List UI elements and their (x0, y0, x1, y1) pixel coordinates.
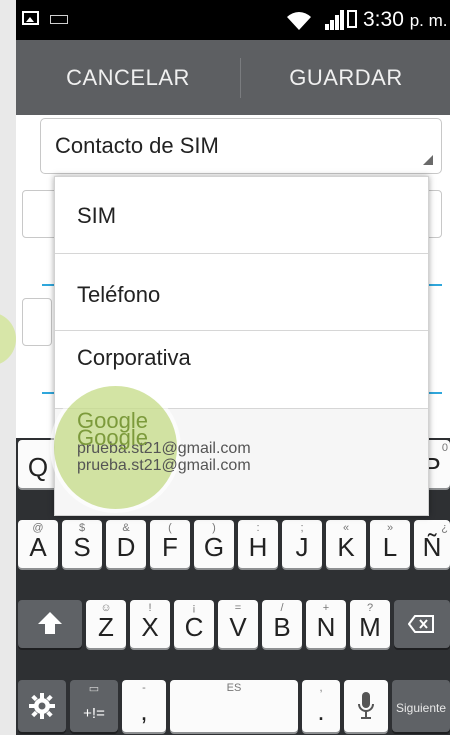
key-label: F (162, 532, 178, 562)
key-label: G (203, 532, 225, 562)
symbols-key[interactable]: ▭ +!= (70, 680, 118, 732)
clock-ampm: p. m. (409, 11, 448, 30)
key-m[interactable]: ? M (350, 600, 390, 648)
key-h[interactable]: :H (238, 520, 278, 568)
key-label: S (73, 532, 91, 562)
comma-key[interactable]: -, (122, 680, 166, 732)
space-key[interactable]: ES (170, 680, 298, 732)
cancel-button[interactable]: CANCELAR (16, 40, 240, 115)
key-x[interactable]: ! X (130, 600, 170, 648)
dropdown-item-account: prueba.st21@gmail.com (77, 457, 251, 474)
microphone-icon (358, 692, 374, 719)
key-label: D (116, 532, 136, 562)
dropdown-item-label: Corporativa (77, 345, 191, 370)
key-label: J (295, 532, 309, 562)
key-k[interactable]: «K (326, 520, 366, 568)
key-hint: - (142, 682, 146, 694)
emoji-hint-icon: ▭ (88, 683, 100, 695)
dropdown-item-sim[interactable]: SIM (55, 177, 428, 253)
phone-screen: 3:30 p. m. CANCELAR GUARDAR Contacto de … (16, 0, 450, 735)
photo-field[interactable] (22, 298, 52, 346)
action-bar-divider (240, 58, 241, 98)
period-key[interactable]: ,. (302, 680, 340, 732)
save-button[interactable]: GUARDAR (242, 40, 450, 115)
next-key[interactable]: Siguiente (392, 680, 450, 732)
key-label: X (141, 612, 159, 642)
key-label: +!= (83, 705, 105, 722)
key-label: . (317, 696, 325, 726)
key-v[interactable]: = V (218, 600, 258, 648)
gear-icon (29, 693, 55, 719)
voice-input-key[interactable] (344, 680, 388, 732)
key-d[interactable]: & D (106, 520, 146, 568)
backspace-icon (408, 615, 434, 633)
key-z[interactable]: ☺ Z (86, 600, 126, 648)
key-b[interactable]: / B (262, 600, 302, 648)
key-f[interactable]: (F (150, 520, 190, 568)
key-label: A (29, 532, 47, 562)
battery-icon (347, 10, 357, 28)
account-spinner-value: Contacto de SIM (55, 133, 219, 158)
dropdown-item-label: SIM (77, 203, 117, 228)
key-label: , (140, 696, 148, 726)
key-enye[interactable]: ¿ Ñ (414, 520, 450, 568)
key-q[interactable]: Q (18, 440, 58, 488)
settings-key[interactable] (18, 680, 66, 732)
status-time: 3:30 p. m. (363, 8, 448, 32)
shift-arrow-icon (38, 612, 62, 634)
key-label: V (229, 612, 247, 642)
key-label: Ñ (422, 532, 442, 562)
key-label: K (337, 532, 355, 562)
account-spinner[interactable]: Contacto de SIM (40, 118, 442, 174)
key-c[interactable]: ¡ C (174, 600, 214, 648)
key-hint: , (319, 682, 323, 694)
key-g[interactable]: ) G (194, 520, 234, 568)
account-type-dropdown: SIM Teléfono Corporativa Google prueba.s… (54, 176, 429, 516)
key-label: Siguiente (395, 701, 447, 715)
key-label: C (184, 612, 204, 642)
key-label: Z (98, 612, 114, 642)
wifi-icon (287, 12, 311, 30)
keyboard-icon (50, 15, 68, 24)
space-language: ES (226, 682, 242, 694)
key-j[interactable]: ; J (282, 520, 322, 568)
action-bar: CANCELAR GUARDAR (16, 40, 450, 115)
dropdown-item-phone[interactable]: Teléfono (55, 254, 428, 330)
key-l[interactable]: » L (370, 520, 410, 568)
key-label: N (316, 612, 336, 642)
key-label: Q (27, 452, 49, 482)
signal-icon (325, 10, 344, 30)
key-label: H (248, 532, 268, 562)
status-bar: 3:30 p. m. (16, 0, 450, 40)
clock-time: 3:30 (363, 8, 404, 31)
dropdown-item-label: Google (77, 425, 148, 450)
screenshot-icon (22, 11, 39, 25)
key-label: B (273, 612, 291, 642)
left-edge-strip (0, 0, 16, 735)
spinner-corner-icon (423, 155, 433, 165)
dropdown-item-label: Teléfono (77, 282, 161, 307)
key-s[interactable]: $ S (62, 520, 102, 568)
key-a[interactable]: @ A (18, 520, 58, 568)
backspace-key[interactable] (394, 600, 450, 648)
key-label: M (359, 612, 381, 642)
screenshot-frame: 3:30 p. m. CANCELAR GUARDAR Contacto de … (0, 0, 450, 735)
shift-key[interactable] (18, 600, 82, 648)
key-label: L (382, 532, 398, 562)
key-n[interactable]: + N (306, 600, 346, 648)
